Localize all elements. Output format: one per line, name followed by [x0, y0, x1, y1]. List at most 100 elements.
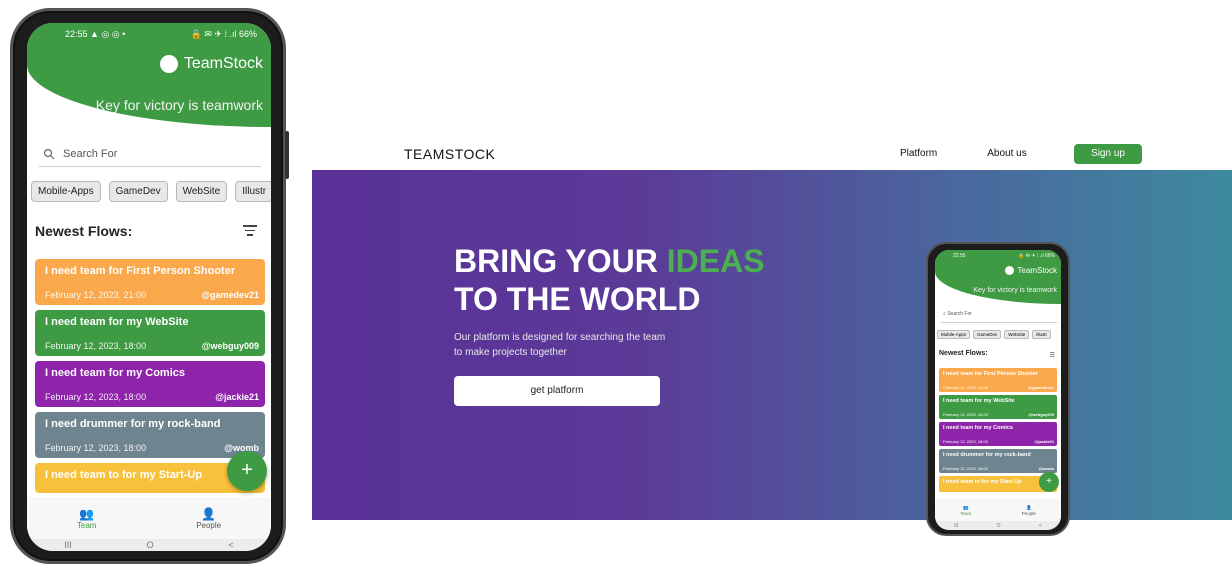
app-brand-small: TeamStock [1005, 266, 1057, 275]
back-button[interactable]: < [1039, 523, 1042, 529]
section-title-small: Newest Flows: [939, 350, 988, 357]
search-input[interactable]: Search For [39, 141, 261, 167]
flow-user: @webguy009 [1028, 412, 1054, 417]
status-time: 22:55 [65, 29, 88, 39]
flow-user: @jackie21 [215, 392, 259, 402]
chip-mobile-apps[interactable]: Mobile-Apps [937, 330, 971, 339]
filter-icon[interactable]: ☰ [1050, 352, 1055, 359]
nav-link-platform[interactable]: Platform [900, 148, 937, 159]
nav-team[interactable]: 👥 Team [77, 507, 97, 530]
flow-user: @gamedev21 [201, 290, 259, 300]
flow-date: February 12, 2023, 18:00 [943, 412, 988, 417]
flow-card[interactable]: I need team for my Comics February 12, 2… [939, 422, 1057, 446]
home-button[interactable]: O [997, 523, 1001, 529]
category-chips-small: Mobile-Apps GameDev WebSite Illustr [937, 330, 1051, 339]
brand-name-small: TeamStock [1017, 266, 1057, 275]
brand-name: TeamStock [183, 55, 263, 72]
status-icons-small: 🔒 ✉ ✈ ⁞ .ıl 66% [1018, 253, 1055, 259]
app-header: 22:55 ▲ ◎ ◎ • 🔒 ✉ ✈ ⁞ .ıl 66% TeamStock … [27, 23, 271, 127]
flow-title: I need team to for my Start-Up [45, 469, 203, 481]
chip-website[interactable]: WebSite [175, 181, 228, 202]
flow-date: February 12, 2023, 21:00 [943, 385, 988, 390]
flow-title: I need team for my WebSite [45, 316, 189, 328]
hero-subtitle-line2: to make projects together [454, 347, 567, 358]
hero-subtitle: Our platform is designed for searching t… [454, 330, 694, 360]
flow-card[interactable]: I need drummer for my rock-band February… [35, 412, 265, 458]
flow-user: @jackie21 [1034, 439, 1054, 444]
flow-list-small: I need team for First Person Shooter Feb… [939, 368, 1057, 495]
status-icons-left: ▲ ◎ ◎ • [90, 29, 126, 39]
site-navbar: TEAMSTOCK Platform About us Sign up [312, 140, 1232, 170]
flow-title: I need team for my Comics [45, 367, 185, 379]
phone-mockup-large: 22:55 ▲ ◎ ◎ • 🔒 ✉ ✈ ⁞ .ıl 66% TeamStock … [10, 8, 289, 564]
get-platform-button[interactable]: get platform [454, 376, 660, 406]
flow-title: I need drummer for my rock-band [943, 452, 1031, 458]
section-title: Newest Flows: [35, 223, 133, 239]
system-navigation: III O < [27, 539, 271, 551]
nav-team-label: Team [76, 520, 97, 530]
flow-card[interactable]: I need team for my Comics February 12, 2… [35, 361, 265, 407]
status-time-small: 22:55 [953, 253, 966, 259]
flow-user: @womb [1038, 466, 1054, 471]
signup-button[interactable]: Sign up [1074, 144, 1142, 164]
nav-team[interactable]: 👥 Team [960, 505, 971, 516]
flow-date: February 12, 2023, 18:00 [45, 341, 147, 351]
recents-button[interactable]: III [954, 523, 958, 529]
app-motto: Key for victory is teamwork [95, 97, 263, 113]
flow-title: I need team for First Person Shooter [943, 371, 1039, 377]
search-placeholder: Search For [63, 147, 118, 160]
site-nav-links: Platform About us [900, 148, 1027, 159]
home-button[interactable]: O [147, 540, 154, 550]
add-flow-button[interactable]: + [227, 451, 267, 491]
flow-user: @gamedev21 [1028, 385, 1054, 390]
chip-illustration[interactable]: Illustr [235, 181, 271, 202]
search-input-small[interactable]: ⌕ Search For [941, 311, 1057, 323]
filter-icon[interactable] [243, 225, 257, 237]
flow-title: I need team for my Comics [943, 425, 1013, 431]
phone-mockup-small: 22:55 🔒 ✉ ✈ ⁞ .ıl 66% TeamStock Key for … [926, 242, 1070, 536]
phone-side-button [285, 131, 289, 179]
nav-people-label: People [1021, 510, 1036, 516]
status-bar-small: 22:55 🔒 ✉ ✈ ⁞ .ıl 66% [953, 253, 1055, 259]
flow-date: February 12, 2023, 18:00 [943, 439, 988, 444]
flow-title: I need team for my WebSite [943, 398, 1015, 404]
chip-mobile-apps[interactable]: Mobile-Apps [31, 181, 101, 202]
nav-people[interactable]: 👤 People [1022, 505, 1036, 516]
status-bar: 22:55 ▲ ◎ ◎ • 🔒 ✉ ✈ ⁞ .ıl 66% [27, 29, 271, 40]
flow-title: I need drummer for my rock-band [45, 418, 221, 430]
site-logo[interactable]: TEAMSTOCK [404, 146, 495, 162]
flow-user: @webguy009 [201, 341, 259, 351]
app-screen: 22:55 ▲ ◎ ◎ • 🔒 ✉ ✈ ⁞ .ıl 66% TeamStock … [27, 23, 271, 551]
chip-gamedev[interactable]: GameDev [108, 181, 168, 202]
flow-date: February 12, 2023, 18:00 [45, 392, 147, 402]
nav-link-about[interactable]: About us [987, 148, 1026, 159]
bottom-navigation: 👥 Team 👤 People [27, 497, 271, 539]
flow-date: February 12, 2023, 18:00 [943, 466, 988, 471]
app-motto-small: Key for victory is teamwork [973, 287, 1057, 294]
flow-date: February 12, 2023, 18:00 [45, 443, 147, 453]
nav-people-label: People [196, 520, 222, 530]
chip-gamedev[interactable]: GameDev [973, 330, 1002, 339]
hero-headline: BRING YOUR IDEAS TO THE WORLD [454, 242, 765, 318]
back-button[interactable]: < [228, 540, 233, 550]
system-navigation-small: III O < [935, 521, 1061, 530]
flow-card[interactable]: I need team for my WebSite February 12, … [939, 395, 1057, 419]
add-flow-button[interactable]: + [1039, 472, 1059, 492]
search-placeholder-small: Search For [947, 311, 972, 317]
flow-card[interactable]: I need team for First Person Shooter Feb… [35, 259, 265, 305]
app-screen-small: 22:55 🔒 ✉ ✈ ⁞ .ıl 66% TeamStock Key for … [935, 250, 1061, 530]
nav-people[interactable]: 👤 People [196, 507, 221, 530]
flow-title: I need team for First Person Shooter [45, 265, 236, 277]
recents-button[interactable]: III [64, 540, 72, 550]
chip-website[interactable]: WebSite [1004, 330, 1030, 339]
chip-illustration[interactable]: Illustr [1032, 330, 1051, 339]
hero-line1-a: BRING YOUR [454, 243, 667, 279]
hero-line1-highlight: IDEAS [666, 243, 765, 279]
flow-card[interactable]: I need team for my WebSite February 12, … [35, 310, 265, 356]
bottom-navigation-small: 👥 Team 👤 People [935, 499, 1061, 521]
flow-card[interactable]: I need drummer for my rock-band February… [939, 449, 1057, 473]
brand-logo-icon [1005, 266, 1015, 275]
app-brand: TeamStock [159, 55, 263, 73]
flow-card[interactable]: I need team for First Person Shooter Feb… [939, 368, 1057, 392]
status-icons-right: 🔒 ✉ ✈ ⁞ .ıl 66% [190, 29, 257, 39]
